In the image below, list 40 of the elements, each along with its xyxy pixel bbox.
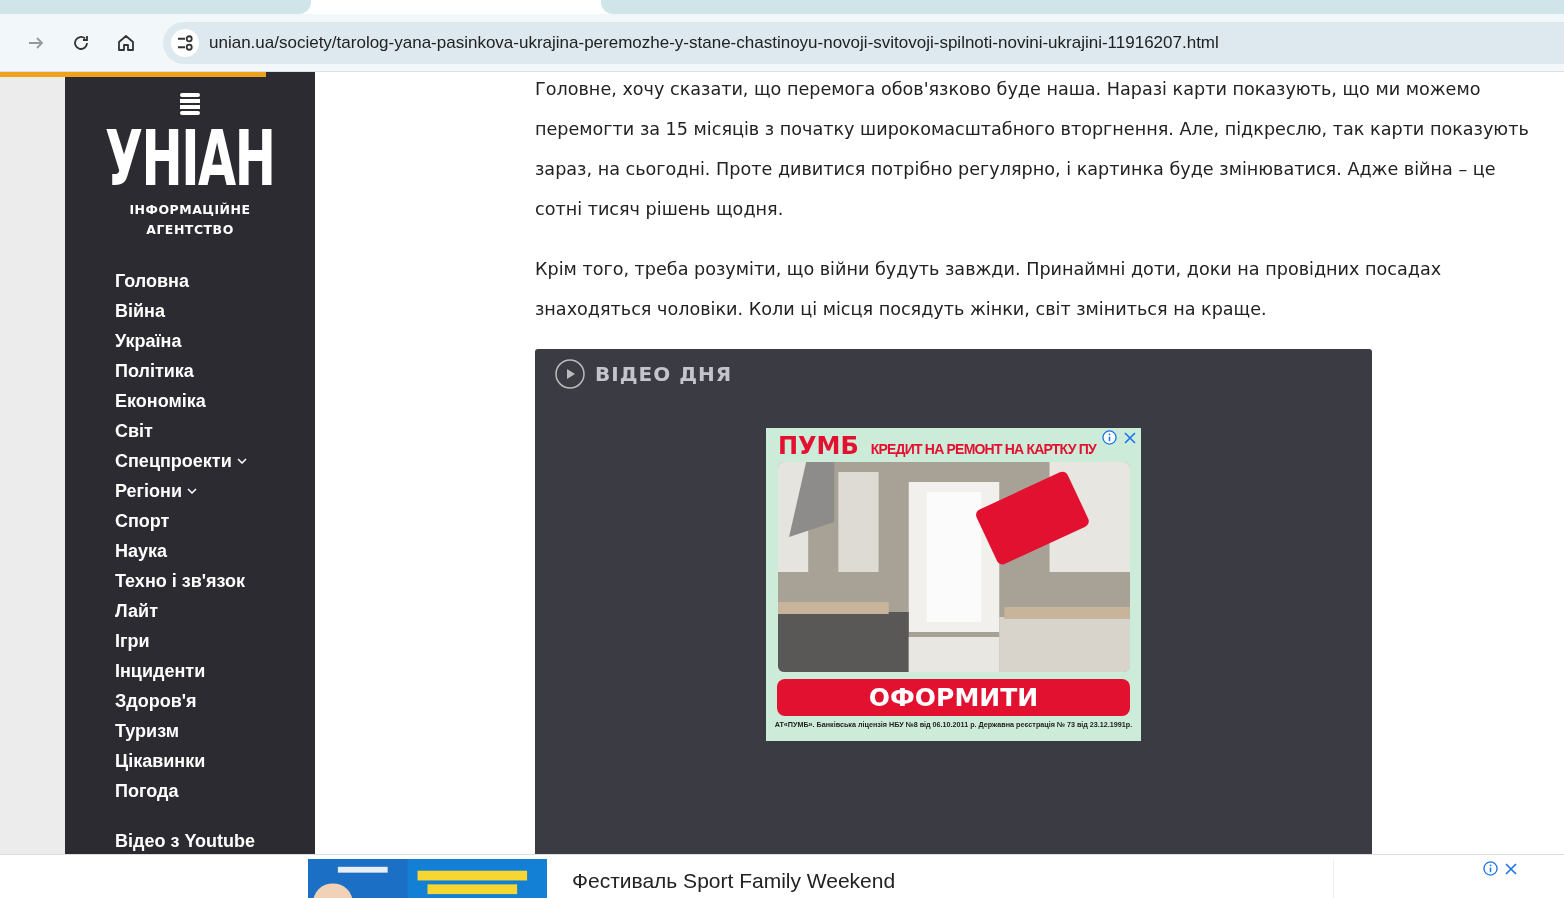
logo-tagline: ІНФОРМАЦІЙНЕ xyxy=(129,201,251,219)
menu-item[interactable]: Інциденти xyxy=(115,656,206,686)
menu-item[interactable]: Політика xyxy=(115,356,194,386)
menu-item[interactable]: Погода xyxy=(115,776,179,806)
close-icon[interactable] xyxy=(1124,432,1136,444)
menu-item[interactable]: Економіка xyxy=(115,386,206,416)
home-icon[interactable] xyxy=(116,32,136,53)
info-icon[interactable] xyxy=(1102,430,1117,445)
logo-tagline: АГЕНТСТВО xyxy=(146,221,234,239)
menu-item[interactable]: Здоров'я xyxy=(115,686,197,716)
menu-item[interactable]: Спецпроекти xyxy=(115,446,247,476)
logo-icon xyxy=(180,92,200,116)
menu-item[interactable]: Відео з Youtube xyxy=(115,826,256,856)
menu-item[interactable]: Техно і зв'язок xyxy=(115,566,246,596)
menu-item[interactable]: Ігри xyxy=(115,626,150,656)
menu-item[interactable]: Спорт xyxy=(115,506,170,536)
site-settings-icon[interactable] xyxy=(171,28,199,57)
address-bar[interactable]: unian.ua/society/tarolog-yana-pasinkova-ukrajina-peremozhe-y-stane-chastinoyu-novoji-svitovoji-spilnoti-novini-ukrajini-11916207.html xyxy=(163,21,1564,64)
close-icon[interactable] xyxy=(1505,863,1517,875)
bottom-ad-banner[interactable]: Фестиваль Sport Family Weekend xyxy=(0,854,1564,898)
play-icon[interactable] xyxy=(555,359,585,389)
ad-brand: ПУМБ xyxy=(778,432,859,460)
url-text: unian.ua/society/tarolog-yana-pasinkova-ukrajina-peremozhe-y-stane-chastinoyu-novoji-svitovoji-spilnoti-novini-ukrajini-11916207.html xyxy=(209,32,1219,53)
menu-item[interactable]: Цікавинки xyxy=(115,746,206,776)
menu-item[interactable]: Війна xyxy=(115,296,165,326)
ad-headline: КРЕДИТ НА РЕМОНТ НА КАРТКУ ПУ xyxy=(870,441,1096,457)
menu-item[interactable]: Головна xyxy=(115,266,189,296)
ad-title: Фестиваль Sport Family Weekend xyxy=(572,869,896,893)
article-paragraph: Крім того, треба розуміти, що війни будуть завжди. Принаймні доти, доки на провідних посадах знаходяться чоловіки. Коли ці місця посядуть жінки, світ зміниться на краще. xyxy=(535,258,1443,321)
menu-item[interactable]: Світ xyxy=(115,416,153,446)
video-section-title: ВІДЕО ДНЯ xyxy=(595,362,733,386)
menu-item[interactable]: Україна xyxy=(115,326,182,356)
info-icon[interactable] xyxy=(1483,861,1498,876)
menu-item[interactable]: Туризм xyxy=(115,716,179,746)
logo-wordmark[interactable]: УНІАН xyxy=(105,118,275,200)
article-paragraph: Головне, хочу сказати, що перемога обов'язково буде наша. Наразі карти показують, що ми можемо перемогти за 15 місяців з початку широкомасштабного вторгнення. Але, підкреслю, так карти показують зараз, на сьогодні. Проте дивитися потрібно регулярно, і картинка буде змінюватися. Адже війна – це сотні тисяч рішень щодня. xyxy=(535,78,1530,221)
menu-item[interactable]: Лайт xyxy=(115,596,158,626)
apply-button[interactable]: ОФОРМИТИ xyxy=(777,679,1130,716)
menu-item[interactable]: Наука xyxy=(115,536,168,566)
menu-item[interactable]: Регіони xyxy=(115,476,197,506)
